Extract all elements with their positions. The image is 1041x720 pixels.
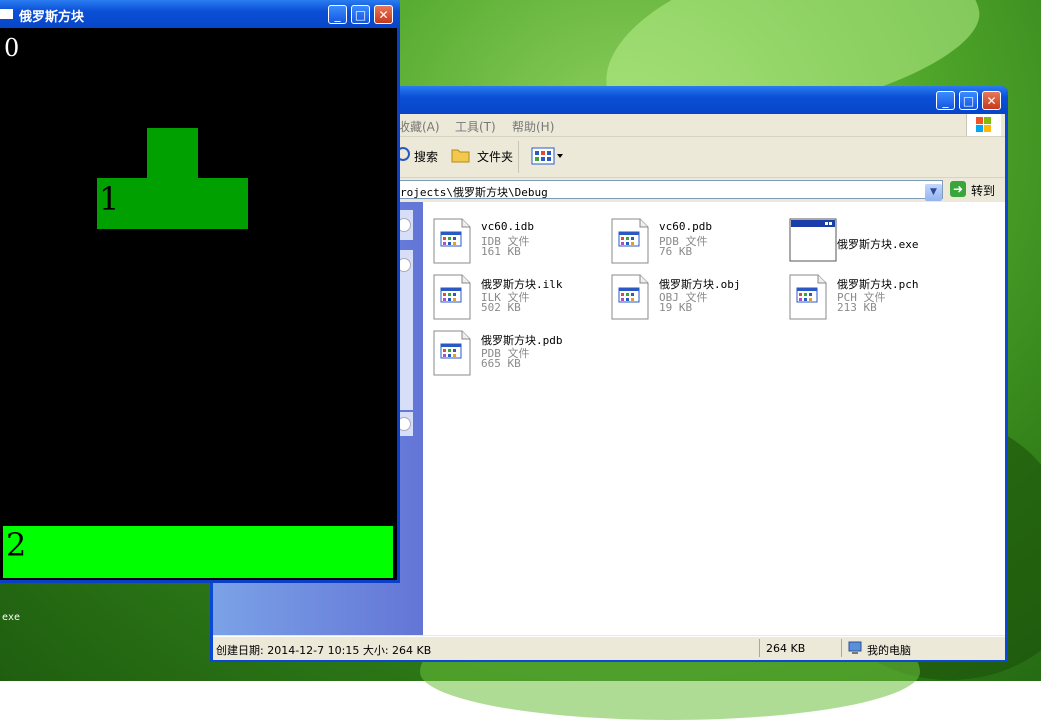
close-button[interactable]: ✕: [982, 91, 1001, 110]
file-item[interactable]: 俄罗斯方块.ilk ILK 文件 502 KB: [433, 274, 608, 326]
minimize-button[interactable]: _: [328, 5, 347, 24]
folder-icon[interactable]: [451, 147, 471, 163]
file-list: vc60.idb IDB 文件 161 KB vc60.pdb PDB 文件 76 KB 俄…: [423, 202, 1005, 635]
menu-tools[interactable]: 工具(T): [455, 118, 496, 135]
file-size: 665 KB: [481, 357, 521, 370]
generic-file-icon: [433, 330, 471, 376]
chevron-down-icon[interactable]: ▼: [925, 184, 942, 201]
status-info: 创建日期: 2014-12-7 10:15 大小: 264 KB: [216, 644, 432, 657]
status-separator: [841, 639, 842, 657]
views-icon[interactable]: [531, 146, 565, 166]
menu-help[interactable]: 帮助(H): [512, 118, 554, 135]
generic-file-icon: [611, 218, 649, 264]
generic-file-icon: [433, 218, 471, 264]
file-size: 213 KB: [837, 301, 877, 314]
piece-label: 1: [99, 180, 120, 218]
computer-icon: [848, 641, 862, 655]
file-item[interactable]: vc60.pdb PDB 文件 76 KB: [611, 218, 786, 270]
file-size: 19 KB: [659, 301, 693, 314]
game-board[interactable]: 0 1 2: [0, 28, 397, 580]
address-path: rojects\俄罗斯方块\Debug: [400, 186, 548, 199]
go-label: 转到: [971, 184, 996, 198]
generic-file-icon: [789, 274, 827, 320]
search-button[interactable]: 搜索: [414, 148, 438, 165]
maximize-button[interactable]: □: [959, 91, 978, 110]
tetris-title: 俄罗斯方块: [19, 10, 85, 25]
floor-row: 2: [3, 526, 393, 578]
status-location: 我的电脑: [867, 644, 911, 657]
go-button[interactable]: ➜ 转到: [950, 181, 1002, 199]
file-size: 76 KB: [659, 245, 693, 258]
tetromino-block: [147, 128, 198, 179]
desktop-icon-label[interactable]: exe: [2, 612, 20, 623]
window-icon[interactable]: [0, 9, 13, 19]
folders-button[interactable]: 文件夹: [477, 148, 513, 165]
status-separator: [759, 639, 760, 657]
generic-file-icon: [433, 274, 471, 320]
status-bar: 创建日期: 2014-12-7 10:15 大小: 264 KB 264 KB …: [213, 636, 1005, 660]
file-size: 502 KB: [481, 301, 521, 314]
file-item[interactable]: 俄罗斯方块.pdb PDB 文件 665 KB: [433, 330, 608, 382]
file-item[interactable]: 俄罗斯方块.obj OBJ 文件 19 KB: [611, 274, 786, 326]
status-size: 264 KB: [766, 642, 806, 655]
windows-logo-icon: [966, 114, 1001, 136]
menu-favorites[interactable]: 收藏(A): [398, 118, 440, 135]
floor-label: 2: [6, 526, 27, 564]
file-item[interactable]: vc60.idb IDB 文件 161 KB: [433, 218, 608, 270]
application-window-icon: [789, 218, 837, 264]
generic-file-icon: [611, 274, 649, 320]
tetris-titlebar[interactable]: 俄罗斯方块 _ □ ✕: [0, 0, 400, 28]
file-item[interactable]: 俄罗斯方块.exe: [789, 218, 964, 270]
file-name: vc60.idb: [481, 220, 534, 233]
arrow-right-icon: ➜: [950, 181, 966, 197]
file-name: vc60.pdb: [659, 220, 712, 233]
file-size: 161 KB: [481, 245, 521, 258]
minimize-button[interactable]: _: [936, 91, 955, 110]
file-item[interactable]: 俄罗斯方块.pch PCH 文件 213 KB: [789, 274, 964, 326]
tetris-window: 俄罗斯方块 _ □ ✕ 0 1 2: [0, 0, 400, 583]
tetromino-block: [97, 178, 248, 229]
file-name: 俄罗斯方块.exe: [837, 238, 919, 251]
toolbar-separator: [518, 141, 519, 173]
close-button[interactable]: ✕: [374, 5, 393, 24]
maximize-button[interactable]: □: [351, 5, 370, 24]
score-display: 0: [4, 34, 20, 62]
